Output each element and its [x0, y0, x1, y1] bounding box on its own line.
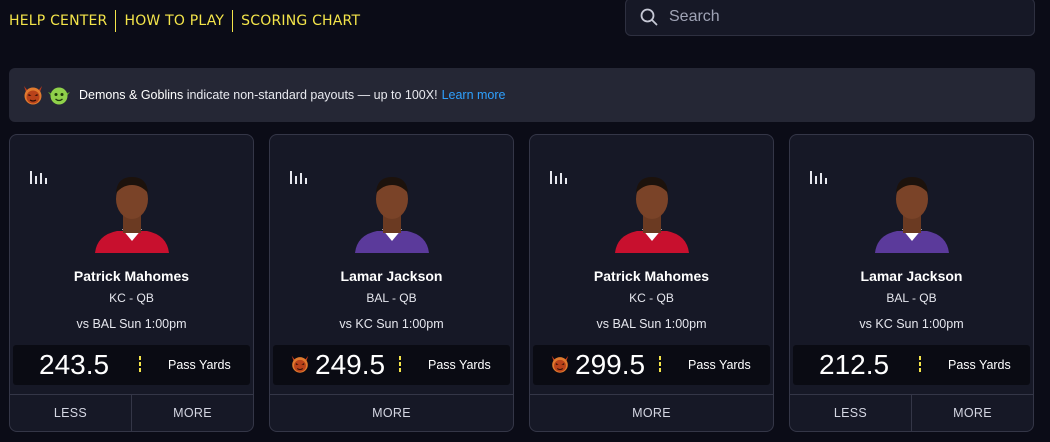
stats-chart-icon[interactable]	[809, 169, 829, 185]
banner-title: Demons & Goblins	[79, 88, 184, 102]
stat-type: Pass Yards	[428, 358, 491, 372]
stats-chart-icon[interactable]	[29, 169, 49, 185]
player-card[interactable]: Lamar Jackson BAL - QB vs KC Sun 1:00pm …	[789, 134, 1034, 432]
player-headshot	[95, 177, 169, 253]
team-position: BAL - QB	[886, 291, 937, 305]
scoring-chart-link[interactable]: SCORING CHART	[233, 10, 368, 32]
more-button[interactable]: MORE	[270, 395, 513, 431]
help-center-link[interactable]: HELP CENTER	[0, 10, 115, 32]
game-info: vs KC Sun 1:00pm	[339, 317, 444, 331]
projection-line: 249.5 Pass Yards	[273, 345, 510, 385]
stat-type: Pass Yards	[168, 358, 231, 372]
demon-icon	[289, 353, 311, 375]
pick-actions: LESS MORE	[790, 394, 1033, 431]
projection-value: 249.5	[315, 349, 386, 380]
player-name: Lamar Jackson	[340, 268, 443, 284]
team-position: KC - QB	[109, 291, 154, 305]
stat-type: Pass Yards	[948, 358, 1011, 372]
team-position: BAL - QB	[366, 291, 417, 305]
player-name: Lamar Jackson	[860, 268, 963, 284]
banner-text: indicate non-standard payouts — up to 10…	[186, 88, 438, 102]
divider-dots	[919, 356, 922, 374]
projection-line: 212.5 Pass Yards	[793, 345, 1030, 385]
game-info: vs BAL Sun 1:00pm	[76, 317, 187, 331]
search-box[interactable]	[625, 0, 1035, 36]
demon-icon	[21, 83, 45, 107]
learn-more-link[interactable]: Learn more	[442, 88, 506, 102]
more-button[interactable]: MORE	[530, 395, 773, 431]
player-headshot	[615, 177, 689, 253]
goblin-icon	[47, 83, 71, 107]
projection-value: 243.5	[39, 349, 110, 380]
player-headshot	[875, 177, 949, 253]
more-button[interactable]: MORE	[911, 395, 1033, 431]
pick-actions: MORE	[530, 394, 773, 431]
game-info: vs BAL Sun 1:00pm	[596, 317, 707, 331]
player-name: Patrick Mahomes	[593, 268, 710, 284]
team-position: KC - QB	[629, 291, 674, 305]
less-button[interactable]: LESS	[790, 395, 911, 431]
player-name: Patrick Mahomes	[73, 268, 190, 284]
projection-line: 243.5 Pass Yards	[13, 345, 250, 385]
player-card[interactable]: Patrick Mahomes KC - QB vs BAL Sun 1:00p…	[529, 134, 774, 432]
search-input[interactable]	[669, 8, 1009, 26]
divider-dots	[139, 356, 142, 374]
player-headshot	[355, 177, 429, 253]
more-button[interactable]: MORE	[131, 395, 253, 431]
divider-dots	[399, 356, 402, 374]
pick-actions: LESS MORE	[10, 394, 253, 431]
projection-value: 299.5	[575, 349, 646, 380]
player-card[interactable]: Patrick Mahomes KC - QB vs BAL Sun 1:00p…	[9, 134, 254, 432]
less-button[interactable]: LESS	[10, 395, 131, 431]
projection-line: 299.5 Pass Yards	[533, 345, 770, 385]
stats-chart-icon[interactable]	[289, 169, 309, 185]
search-icon	[640, 8, 658, 26]
pick-actions: MORE	[270, 394, 513, 431]
stat-type: Pass Yards	[688, 358, 751, 372]
player-card[interactable]: Lamar Jackson BAL - QB vs KC Sun 1:00pm …	[269, 134, 514, 432]
stats-chart-icon[interactable]	[549, 169, 569, 185]
demon-icon	[549, 353, 571, 375]
projection-value: 212.5	[819, 349, 890, 380]
game-info: vs KC Sun 1:00pm	[859, 317, 964, 331]
divider-dots	[659, 356, 662, 374]
demons-goblins-banner: Demons & Goblins indicate non-standard p…	[9, 68, 1035, 122]
how-to-play-link[interactable]: HOW TO PLAY	[116, 10, 232, 32]
top-nav: HELP CENTER HOW TO PLAY SCORING CHART	[0, 10, 368, 32]
